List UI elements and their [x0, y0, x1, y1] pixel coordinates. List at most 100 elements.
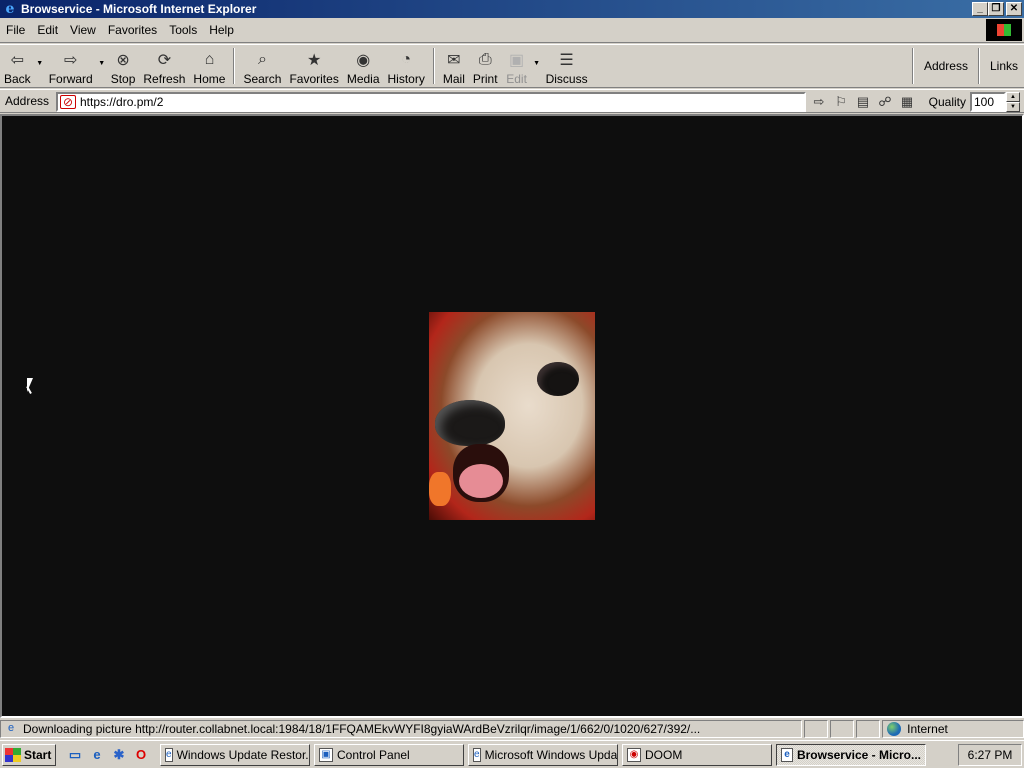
menu-file[interactable]: File: [0, 23, 31, 37]
menu-favorites[interactable]: Favorites: [102, 23, 163, 37]
windows-logo-icon: [5, 747, 21, 762]
edit-button[interactable]: ▣ Edit: [502, 46, 532, 86]
menu-tools[interactable]: Tools: [163, 23, 203, 37]
picture-detail: [429, 472, 451, 506]
menu-edit[interactable]: Edit: [31, 23, 64, 37]
opera-icon[interactable]: O: [132, 746, 150, 764]
refresh-label: Refresh: [143, 72, 186, 86]
restore-button[interactable]: ❐: [988, 2, 1004, 16]
address-field[interactable]: ⊘: [56, 92, 806, 112]
back-dropdown-icon[interactable]: ▼: [35, 60, 45, 67]
quick-launch: ▭ e ✱ O: [66, 746, 150, 764]
status-cell: [856, 720, 881, 738]
favorites-label: Favorites: [289, 72, 339, 86]
print-icon: ⎙: [478, 51, 492, 68]
network-icon[interactable]: ✱: [110, 746, 128, 764]
close-button[interactable]: ✕: [1006, 2, 1022, 16]
media-button[interactable]: ◉ Media: [343, 46, 384, 86]
home-button[interactable]: ⌂ Home: [189, 46, 229, 86]
task-windows-update-restore[interactable]: e Windows Update Restor...: [160, 743, 310, 766]
system-tray: 6:27 PM: [958, 744, 1022, 766]
status-text: Downloading picture http://router.collab…: [23, 722, 701, 736]
print-label: Print: [472, 72, 498, 86]
forward-button[interactable]: ⇨ Forward: [45, 46, 97, 86]
status-cell: [804, 720, 829, 738]
ie-icon: e: [473, 747, 481, 762]
menu-help[interactable]: Help: [203, 23, 240, 37]
task-doom[interactable]: ◉ DOOM: [622, 743, 772, 766]
media-label: Media: [346, 72, 380, 86]
go-arrow-icon[interactable]: ⇨: [810, 93, 828, 111]
menu-bar: File Edit View Favorites Tools Help: [0, 18, 1024, 43]
menu-view[interactable]: View: [64, 23, 102, 37]
task-label: Microsoft Windows Upda...: [484, 747, 618, 762]
start-label: Start: [24, 747, 52, 762]
browser-viewport[interactable]: [0, 114, 1024, 718]
search-label: Search: [243, 72, 282, 86]
standard-toolbar: ⇦ Back ▼ ⇨ Forward ▼ ⊗ Stop ⟳ Refresh ⌂ …: [0, 44, 1024, 88]
favorites-button[interactable]: ★ Favorites: [285, 46, 342, 86]
history-button[interactable]: ◔ History: [384, 46, 429, 86]
find-icon[interactable]: ☍: [876, 93, 894, 111]
refresh-button[interactable]: ⟳ Refresh: [139, 46, 189, 86]
edit-dropdown-icon[interactable]: ▼: [532, 60, 542, 67]
discuss-label: Discuss: [545, 72, 588, 86]
clock[interactable]: 6:27 PM: [968, 748, 1013, 762]
start-button[interactable]: Start: [2, 743, 56, 766]
address-toolbar-toggle[interactable]: Address: [918, 59, 974, 73]
mail-icon: ✉: [447, 52, 461, 69]
favorites-icon: ★: [306, 52, 322, 69]
search-button[interactable]: ⌕ Search: [239, 46, 285, 86]
back-label: Back: [4, 72, 31, 86]
window-titlebar[interactable]: e Browservice - Microsoft Internet Explo…: [0, 0, 1024, 18]
task-control-panel[interactable]: ▣ Control Panel: [314, 743, 464, 766]
stop-button[interactable]: ⊗ Stop: [107, 46, 140, 86]
discuss-button[interactable]: ☰ Discuss: [542, 46, 592, 86]
mail-button[interactable]: ✉ Mail: [439, 46, 469, 86]
windows-logo-icon: [986, 19, 1022, 41]
quality-down-icon[interactable]: ▼: [1006, 102, 1020, 112]
address-label: Address: [5, 94, 50, 108]
home-icon: ⌂: [204, 51, 215, 68]
task-label: Browservice - Micro...: [796, 747, 921, 762]
print-button[interactable]: ⎙ Print: [469, 46, 502, 86]
quality-up-icon[interactable]: ▲: [1006, 92, 1020, 102]
links-toolbar-toggle[interactable]: Links: [984, 59, 1024, 73]
ie-icon: e: [165, 747, 173, 762]
edit-label: Edit: [506, 72, 527, 86]
toolbar-separator: [233, 48, 236, 84]
media-icon: ◉: [356, 52, 371, 69]
ie-icon: e: [781, 747, 793, 762]
address-bar: Address ⊘ ⇨ ⚐ ▤ ☍ ▦ Quality ▲ ▼: [0, 89, 1024, 113]
open-page-icon[interactable]: ▤: [854, 93, 872, 111]
back-button[interactable]: ⇦ Back: [0, 46, 35, 86]
bookmark-icon[interactable]: ⚐: [832, 93, 850, 111]
picture-detail: [537, 362, 579, 396]
quality-input[interactable]: [974, 95, 1002, 109]
clipboard-icon[interactable]: ▦: [898, 93, 916, 111]
toolbar-separator: [911, 48, 914, 84]
url-input[interactable]: [80, 95, 780, 109]
task-windows-update[interactable]: e Microsoft Windows Upda...: [468, 743, 618, 766]
quality-label: Quality: [928, 95, 966, 109]
refresh-icon: ⟳: [157, 52, 172, 69]
task-browservice[interactable]: e Browservice - Micro...: [776, 743, 926, 766]
forward-label: Forward: [48, 72, 93, 86]
quality-field[interactable]: [970, 92, 1006, 112]
search-icon: ⌕: [257, 51, 267, 68]
forward-dropdown-icon[interactable]: ▼: [97, 60, 107, 67]
edit-icon: ▣: [509, 52, 525, 69]
task-label: Windows Update Restor...: [176, 747, 310, 762]
back-icon: ⇦: [10, 52, 25, 69]
task-label: Control Panel: [337, 747, 410, 762]
quality-control: Quality ▲ ▼: [925, 92, 1020, 112]
control-panel-icon: ▣: [319, 747, 333, 762]
picture-detail: [435, 400, 505, 446]
security-zone: Internet: [882, 720, 1024, 738]
quality-stepper[interactable]: ▲ ▼: [1006, 92, 1020, 112]
window-title: Browservice - Microsoft Internet Explore…: [21, 2, 257, 16]
show-desktop-icon[interactable]: ▭: [66, 746, 84, 764]
ie-icon[interactable]: e: [88, 746, 106, 764]
loaded-picture: [429, 312, 595, 520]
minimize-button[interactable]: _: [972, 2, 988, 16]
